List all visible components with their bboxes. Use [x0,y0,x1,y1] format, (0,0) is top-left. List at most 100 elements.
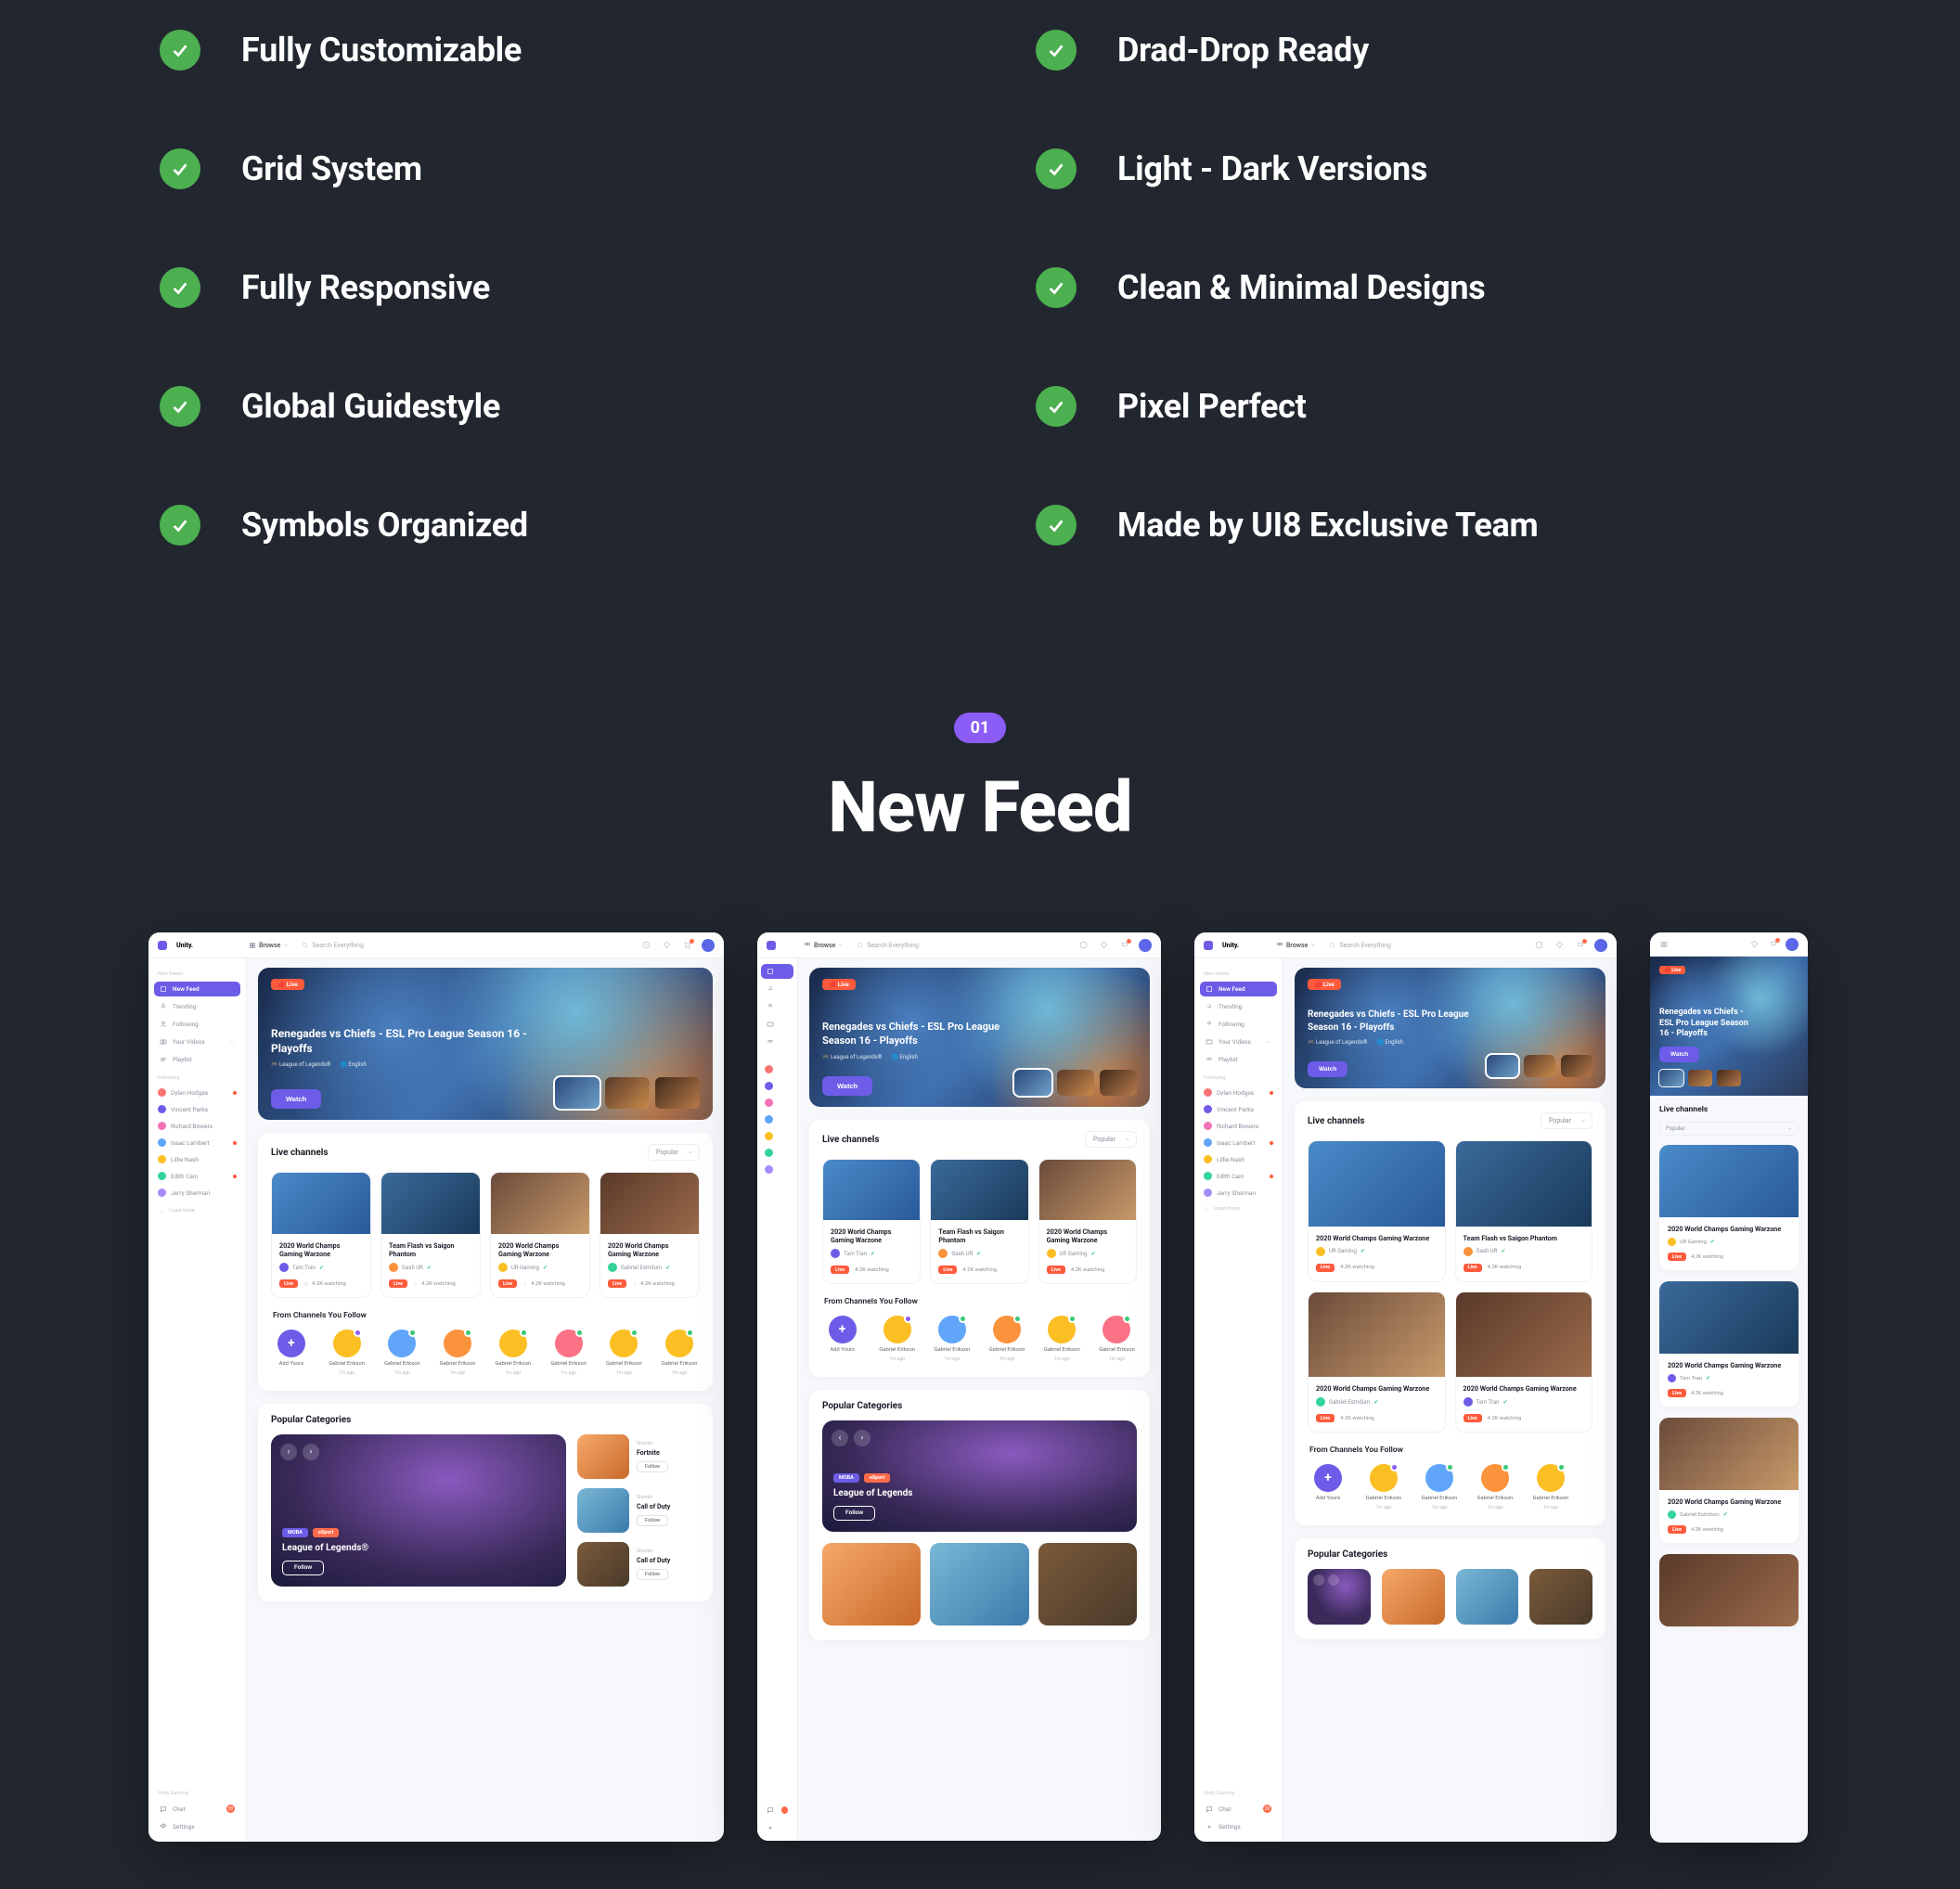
watch-button[interactable]: Watch [822,1076,872,1096]
category-thumb[interactable] [1038,1543,1137,1626]
sort-select[interactable]: Popular [648,1144,700,1161]
hero-banner[interactable]: 🔴 Live Renegades vs Chiefs - ESL Pro Lea… [809,968,1150,1107]
prev-button[interactable]: ‹ [280,1444,297,1460]
hero-thumb[interactable] [605,1077,650,1109]
hero-thumb[interactable] [1688,1070,1712,1086]
hero-thumb[interactable] [1057,1070,1094,1096]
category-thumb[interactable] [822,1543,921,1626]
sidebar-item-following[interactable] [761,999,793,1014]
category-big-card[interactable]: ‹› MOBAeSport League of Legends Follow [822,1420,1137,1532]
follow-avatar[interactable]: Gabriel Erikson1m ago [437,1330,478,1376]
hero-thumb[interactable] [655,1077,700,1109]
menu-icon[interactable] [1659,935,1669,953]
follow-avatar[interactable]: Gabriel Erikson1m ago [382,1330,423,1376]
live-card[interactable] [1659,1554,1799,1626]
user-avatar[interactable] [702,939,715,952]
follow-avatar[interactable]: Gabriel Erikson1m ago [604,1330,645,1376]
follower-row[interactable]: Richard Bowers [1200,1119,1277,1133]
follower-row[interactable] [761,1112,793,1126]
sort-select[interactable]: Popular [1541,1112,1592,1129]
follower-row[interactable] [761,1163,793,1176]
sidebar-item-playlist[interactable]: Playlist [154,1052,240,1067]
watch-button[interactable]: Watch [1308,1061,1348,1077]
sidebar-load-more[interactable]: ↓Load more [154,1202,240,1218]
follow-avatar[interactable]: Gabriel Erikson1m ago [877,1316,917,1362]
category-thumb[interactable] [1456,1569,1519,1625]
hero-thumb[interactable] [1524,1055,1555,1077]
add-yours[interactable]: +Add Yours [1308,1464,1348,1510]
sidebar-item-trending[interactable]: Trending [154,999,240,1014]
sort-select[interactable]: Popular [1659,1122,1799,1136]
diamond-icon[interactable] [661,940,672,951]
logo-text[interactable]: Unity. [1222,942,1239,949]
follower-row[interactable]: Isaac Lambert [1200,1136,1277,1150]
hero-thumb[interactable] [1100,1070,1137,1096]
search-input[interactable]: Search Everything [1329,942,1391,949]
follower-row[interactable] [761,1129,793,1143]
follow-avatar[interactable]: Gabriel Erikson1m ago [1475,1464,1515,1510]
follow-avatar[interactable]: Gabriel Erikson1m ago [327,1330,368,1376]
search-input[interactable]: Search Everything [302,942,364,949]
live-card[interactable]: 2020 World Champs Gaming WarzoneTam Tran… [822,1159,921,1284]
live-card[interactable]: 2020 World Champs Gaming Warzone UR Gami… [490,1172,590,1298]
prev-button[interactable] [1313,1574,1324,1586]
live-card[interactable]: Team Flash vs Saigon PhantomGash UR✔Live… [1455,1140,1593,1282]
cart-icon[interactable] [1767,939,1778,950]
follow-avatar[interactable]: Gabriel Erikson1m ago [1042,1316,1082,1362]
follow-avatar[interactable]: Gabriel Erikson1m ago [1363,1464,1404,1510]
follow-avatar[interactable]: Gabriel Erikson1m ago [548,1330,589,1376]
prev-button[interactable]: ‹ [832,1430,848,1446]
sidebar-item-chat[interactable]: Chat20 [154,1801,240,1817]
user-avatar[interactable] [1786,938,1799,951]
add-yours[interactable]: +Add Yours [271,1330,312,1376]
cart-icon[interactable] [1574,940,1585,951]
live-card[interactable]: 2020 World Champs Gaming WarzoneGabriel … [1659,1418,1799,1543]
logo-icon[interactable] [767,941,776,950]
logo-text[interactable]: Unity. [176,942,193,949]
hero-banner[interactable]: 🔴 Live Renegades vs Chiefs - ESL Pro Lea… [1295,968,1605,1088]
category-small-card[interactable]: ShooterCall of DutyFollow [577,1488,700,1533]
watch-button[interactable]: Watch [1659,1047,1699,1062]
hero-thumb[interactable] [1561,1055,1592,1077]
follower-row[interactable]: Dylan Hodges [154,1086,240,1099]
clock-icon[interactable] [1077,940,1089,951]
diamond-icon[interactable] [1748,939,1760,950]
live-card[interactable]: 2020 World Champs Gaming WarzoneTam Tran… [1659,1281,1799,1407]
follower-row[interactable] [761,1096,793,1110]
sidebar-item-settings[interactable] [761,1820,793,1835]
live-card[interactable]: 2020 World Champs Gaming WarzoneUR Gamin… [1659,1145,1799,1270]
follower-row[interactable]: Vincent Parks [1200,1102,1277,1116]
hero-thumb[interactable] [1487,1055,1518,1077]
follow-avatar[interactable]: Gabriel Erikson1m ago [1530,1464,1571,1510]
clock-icon[interactable] [1533,940,1544,951]
user-avatar[interactable] [1139,939,1152,952]
follower-row[interactable] [761,1079,793,1093]
follow-avatar[interactable]: Gabriel Erikson1m ago [1097,1316,1137,1362]
sidebar-item-playlist[interactable]: Playlist [1200,1052,1277,1067]
follower-row[interactable]: Edith Cain [1200,1169,1277,1183]
live-card[interactable]: Team Flash vs Saigon Phantom Gash UR✔ Li… [380,1172,481,1298]
follower-row[interactable] [761,1062,793,1076]
category-big-card[interactable]: ‹› MOBAeSport League of Legends® Follow [271,1434,566,1587]
category-small-card[interactable]: ShooterCall of DutyFollow [577,1542,700,1587]
hero-thumb[interactable] [1014,1070,1051,1096]
follower-row[interactable]: Dylan Hodges [1200,1086,1277,1099]
sidebar-item-trending[interactable] [761,982,793,996]
hero-thumb[interactable] [555,1077,600,1109]
live-card[interactable]: 2020 World Champs Gaming WarzoneTam Tran… [1455,1291,1593,1433]
follower-row[interactable]: Richard Bowers [154,1119,240,1133]
sidebar-item-trending[interactable]: Trending [1200,999,1277,1014]
follower-row[interactable]: Lillie Nash [154,1152,240,1166]
sort-select[interactable]: Popular [1085,1131,1137,1148]
hero-banner[interactable]: 🔴 Live Renegades vs Chiefs - ESL Pro Lea… [258,968,713,1120]
sidebar-item-following[interactable]: Following [1200,1017,1277,1032]
add-yours[interactable]: +Add Yours [822,1316,862,1362]
clock-icon[interactable] [640,940,651,951]
follower-row[interactable] [761,1146,793,1160]
category-thumb[interactable] [1308,1569,1371,1625]
logo-icon[interactable] [1204,941,1213,950]
category-thumb[interactable] [1529,1569,1592,1625]
sidebar-item-new-feed[interactable]: New Feed [154,982,240,996]
watch-button[interactable]: Watch [271,1089,321,1109]
sidebar-item-following[interactable]: Following [154,1017,240,1032]
